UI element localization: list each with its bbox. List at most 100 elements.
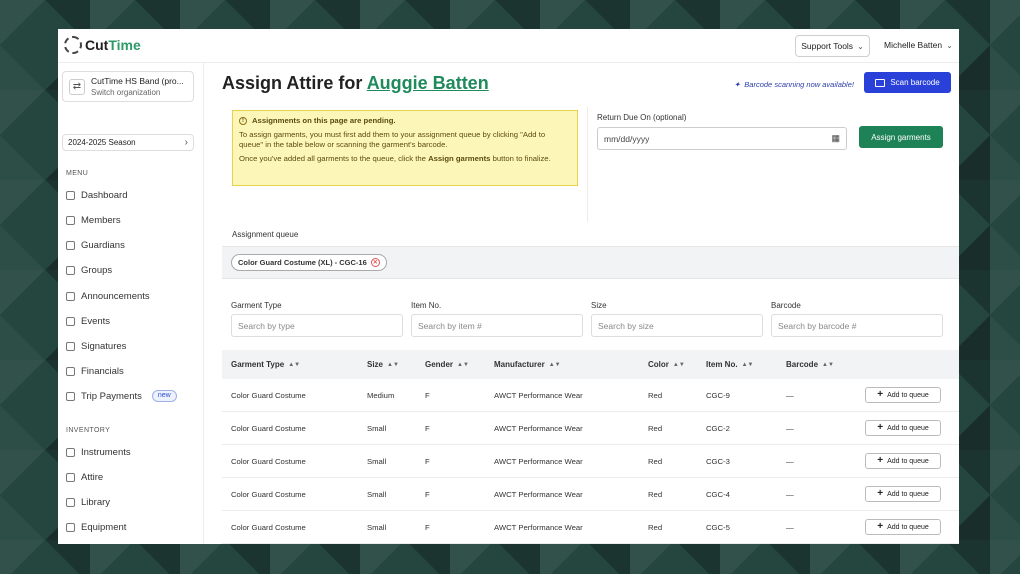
column-header[interactable]: Gender ▲▼ bbox=[425, 350, 469, 379]
pending-alert: ! Assignments on this page are pending. … bbox=[232, 110, 578, 186]
alert-title: ! Assignments on this page are pending. bbox=[239, 116, 571, 126]
calendar-icon[interactable]: ▦ bbox=[831, 133, 840, 144]
column-header-label: Item No. bbox=[706, 360, 738, 369]
assign-garments-button[interactable]: Assign garments bbox=[859, 126, 943, 148]
filter-input[interactable]: Search by item # bbox=[411, 314, 583, 337]
column-header[interactable]: Barcode ▲▼ bbox=[786, 350, 834, 379]
sort-icon: ▲▼ bbox=[822, 361, 834, 368]
sidebar-item-financials[interactable]: Financials bbox=[66, 364, 124, 378]
sidebar-item-label: Groups bbox=[81, 264, 113, 276]
sidebar-item-announcements[interactable]: Announcements bbox=[66, 289, 150, 303]
plus-icon: + bbox=[877, 389, 884, 400]
column-header[interactable]: Garment Type ▲▼ bbox=[231, 350, 300, 379]
table-cell: AWCT Performance Wear bbox=[494, 423, 583, 433]
sidebar-item-label: Dashboard bbox=[81, 189, 128, 201]
assignment-queue: Color Guard Costume (XL) - CGC-16 ✕ bbox=[222, 246, 959, 279]
sidebar-item-dashboard[interactable]: Dashboard bbox=[66, 188, 127, 202]
user-menu[interactable]: Michelle Batten ⌄ bbox=[884, 40, 953, 50]
sidebar-item-instruments[interactable]: Instruments bbox=[66, 445, 131, 459]
column-header-label: Barcode bbox=[786, 360, 819, 369]
column-header[interactable]: Color ▲▼ bbox=[648, 350, 685, 379]
switch-icon: ⇄ bbox=[69, 78, 85, 95]
members-icon bbox=[66, 215, 75, 225]
season-label: 2024-2025 Season bbox=[68, 138, 136, 147]
filter-size: Size Search by size bbox=[582, 301, 763, 337]
sidebar-item-equipment[interactable]: Equipment bbox=[66, 520, 126, 534]
cuttime-logo[interactable]: CutTime bbox=[64, 36, 141, 54]
attire-icon bbox=[66, 472, 75, 482]
table-row: Color Guard Costume Small F AWCT Performanc… bbox=[222, 445, 959, 478]
remove-icon[interactable]: ✕ bbox=[370, 258, 380, 267]
member-name-link[interactable]: Auggie Batten bbox=[367, 73, 489, 93]
column-header-label: Color bbox=[648, 360, 669, 369]
table-row: Color Guard Costume Medium F AWCT Performan… bbox=[222, 379, 959, 412]
sidebar-item-guardians[interactable]: Guardians bbox=[66, 238, 125, 252]
filter-input[interactable]: Search by type bbox=[231, 314, 403, 337]
main-content: Assign Attire for Auggie Batten ✦ Barcod… bbox=[204, 63, 959, 544]
support-tools-button[interactable]: Support Tools ⌄ bbox=[795, 35, 870, 57]
equipment-icon bbox=[66, 522, 75, 532]
add-to-queue-button[interactable]: + Add to queue bbox=[865, 486, 941, 502]
filter-label: Garment Type bbox=[231, 301, 282, 310]
sidebar-item-label: Announcements bbox=[81, 290, 150, 302]
table-cell: F bbox=[425, 390, 430, 400]
table-row: Color Guard Costume Small F AWCT Performanc… bbox=[222, 511, 959, 544]
sidebar-item-label: Equipment bbox=[81, 521, 127, 533]
add-to-queue-button[interactable]: + Add to queue bbox=[865, 519, 941, 535]
assignment-queue-label: Assignment queue bbox=[232, 230, 299, 239]
inventory-section-label: INVENTORY bbox=[66, 427, 111, 434]
sidebar-item-label: Trip Payments bbox=[81, 390, 142, 402]
add-to-queue-button[interactable]: + Add to queue bbox=[865, 453, 941, 469]
return-date-input[interactable]: mm/dd/yyyy ▦ bbox=[597, 127, 847, 150]
scan-barcode-button[interactable]: Scan barcode bbox=[864, 72, 951, 93]
season-selector[interactable]: 2024-2025 Season › bbox=[62, 134, 194, 151]
table-cell: Color Guard Costume bbox=[231, 423, 306, 433]
queue-chip-label: Color Guard Costume (XL) - CGC-16 bbox=[238, 258, 367, 267]
column-header[interactable]: Manufacturer ▲▼ bbox=[494, 350, 561, 379]
filter-item-no-: Item No. Search by item # bbox=[402, 301, 583, 337]
filter-input[interactable]: Search by barcode # bbox=[771, 314, 943, 337]
sidebar-item-label: Signatures bbox=[81, 340, 127, 352]
filter-input[interactable]: Search by size bbox=[591, 314, 763, 337]
sidebar-item-groups[interactable]: Groups bbox=[66, 263, 112, 277]
sidebar-item-library[interactable]: Library bbox=[66, 495, 110, 509]
table-cell: F bbox=[425, 456, 430, 466]
column-header[interactable]: Item No. ▲▼ bbox=[706, 350, 753, 379]
table-cell: F bbox=[425, 522, 430, 532]
add-to-queue-label: Add to queue bbox=[887, 457, 929, 465]
financials-icon bbox=[66, 366, 75, 376]
plus-icon: + bbox=[877, 488, 884, 499]
table-row: Color Guard Costume Small F AWCT Performanc… bbox=[222, 412, 959, 445]
sort-icon: ▲▼ bbox=[741, 361, 754, 368]
alert-text: button to finalize. bbox=[490, 154, 551, 163]
organization-switcher[interactable]: ⇄ CutTime HS Band (pro... Switch organiz… bbox=[62, 71, 194, 102]
plus-icon: + bbox=[877, 521, 884, 532]
sidebar-item-events[interactable]: Events bbox=[66, 314, 110, 328]
chevron-down-icon: ⌄ bbox=[857, 41, 864, 51]
table-cell: F bbox=[425, 423, 430, 433]
table-cell: Red bbox=[648, 489, 663, 499]
add-to-queue-label: Add to queue bbox=[887, 490, 929, 498]
table-cell: CGC-2 bbox=[706, 423, 730, 433]
table-cell: Color Guard Costume bbox=[231, 489, 306, 499]
plus-icon: + bbox=[877, 422, 884, 433]
date-placeholder: mm/dd/yyyy bbox=[604, 133, 650, 144]
add-to-queue-button[interactable]: + Add to queue bbox=[865, 387, 941, 403]
filter-bar: Garment Type Search by type Item No. Search… bbox=[222, 301, 959, 346]
table-cell: AWCT Performance Wear bbox=[494, 522, 583, 532]
add-to-queue-button[interactable]: + Add to queue bbox=[865, 420, 941, 436]
table-cell: Red bbox=[648, 522, 663, 532]
sidebar-item-attire[interactable]: Attire bbox=[66, 470, 103, 484]
scan-barcode-label: Scan barcode bbox=[890, 78, 940, 87]
sidebar-item-trip-payments[interactable]: Trip Payments new bbox=[66, 389, 177, 403]
sidebar-item-signatures[interactable]: Signatures bbox=[66, 339, 126, 353]
chevron-right-icon: › bbox=[184, 137, 188, 148]
sort-icon: ▲▼ bbox=[387, 361, 399, 368]
table-cell: — bbox=[786, 390, 794, 400]
warning-icon: ! bbox=[239, 117, 247, 125]
table-cell: Color Guard Costume bbox=[231, 390, 306, 400]
table-cell: AWCT Performance Wear bbox=[494, 489, 583, 499]
sidebar-item-members[interactable]: Members bbox=[66, 213, 121, 227]
return-due-label: Return Due On (optional) bbox=[597, 113, 687, 122]
column-header[interactable]: Size ▲▼ bbox=[367, 350, 399, 379]
